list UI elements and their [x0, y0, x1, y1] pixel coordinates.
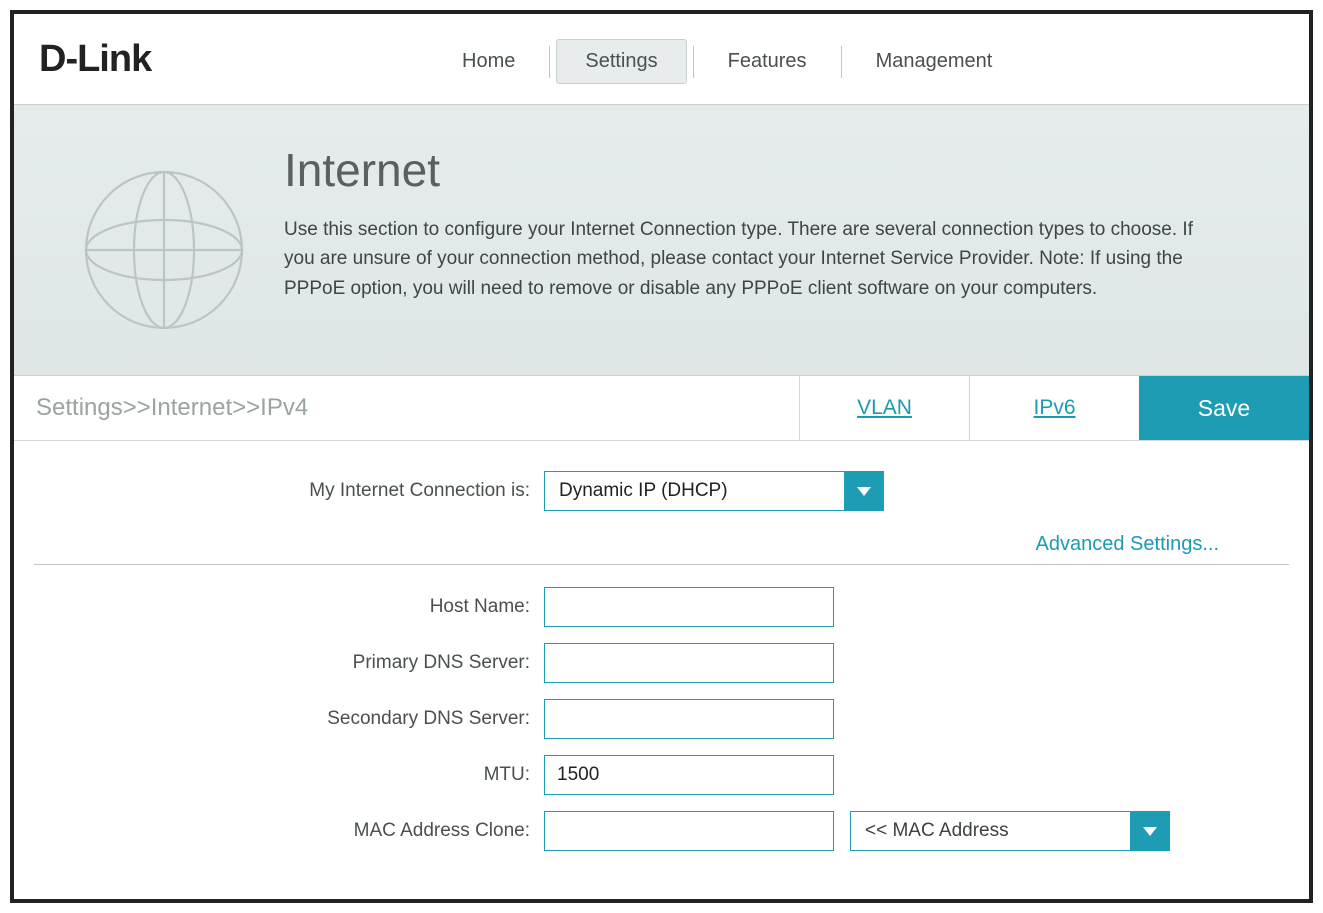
select-mac-address[interactable]: << MAC Address	[850, 811, 1170, 851]
input-mtu[interactable]	[544, 755, 834, 795]
globe-icon	[79, 165, 249, 335]
label-mac-clone: MAC Address Clone:	[34, 820, 544, 842]
label-primary-dns: Primary DNS Server:	[34, 652, 544, 674]
chevron-down-icon[interactable]	[844, 471, 884, 511]
page-description: Use this section to configure your Inter…	[284, 215, 1209, 303]
nav-settings[interactable]: Settings	[556, 39, 686, 84]
breadcrumb-row: Settings>>Internet>>IPv4 VLAN IPv6 Save	[14, 376, 1309, 441]
app-frame: D-Link Home Settings Features Management	[10, 10, 1313, 903]
nav-features[interactable]: Features	[700, 40, 835, 83]
form-area: My Internet Connection is: Dynamic IP (D…	[14, 441, 1309, 887]
select-connection-value: Dynamic IP (DHCP)	[544, 471, 844, 511]
row-primary-dns: Primary DNS Server:	[34, 643, 1289, 683]
input-host-name[interactable]	[544, 587, 834, 627]
tab-vlan[interactable]: VLAN	[799, 376, 969, 440]
nav-home[interactable]: Home	[434, 40, 543, 83]
label-host-name: Host Name:	[34, 596, 544, 618]
advanced-settings-row: Advanced Settings...	[34, 527, 1289, 565]
main-nav: Home Settings Features Management	[434, 39, 1020, 84]
row-mac-clone: MAC Address Clone: << MAC Address	[34, 811, 1289, 851]
save-button[interactable]: Save	[1139, 376, 1309, 440]
nav-separator	[693, 46, 694, 78]
nav-management[interactable]: Management	[848, 40, 1021, 83]
globe-icon-wrap	[44, 135, 284, 335]
nav-separator	[549, 46, 550, 78]
breadcrumb: Settings>>Internet>>IPv4	[14, 376, 799, 440]
row-host-name: Host Name:	[34, 587, 1289, 627]
tab-ipv6[interactable]: IPv6	[969, 376, 1139, 440]
input-primary-dns[interactable]	[544, 643, 834, 683]
page-title: Internet	[284, 143, 1209, 197]
select-mac-value: << MAC Address	[850, 811, 1130, 851]
input-mac-clone[interactable]	[544, 811, 834, 851]
page-header-text: Internet Use this section to configure y…	[284, 135, 1269, 303]
row-secondary-dns: Secondary DNS Server:	[34, 699, 1289, 739]
chevron-down-icon[interactable]	[1130, 811, 1170, 851]
label-connection-type: My Internet Connection is:	[34, 480, 544, 502]
advanced-settings-link[interactable]: Advanced Settings...	[1036, 533, 1219, 556]
brand-logo: D-Link	[39, 38, 151, 81]
select-connection-type[interactable]: Dynamic IP (DHCP)	[544, 471, 884, 511]
row-connection-type: My Internet Connection is: Dynamic IP (D…	[34, 471, 1289, 511]
label-secondary-dns: Secondary DNS Server:	[34, 708, 544, 730]
input-secondary-dns[interactable]	[544, 699, 834, 739]
nav-separator	[841, 46, 842, 78]
row-mtu: MTU:	[34, 755, 1289, 795]
top-bar: D-Link Home Settings Features Management	[14, 14, 1309, 104]
label-mtu: MTU:	[34, 764, 544, 786]
page-header-band: Internet Use this section to configure y…	[14, 104, 1309, 376]
